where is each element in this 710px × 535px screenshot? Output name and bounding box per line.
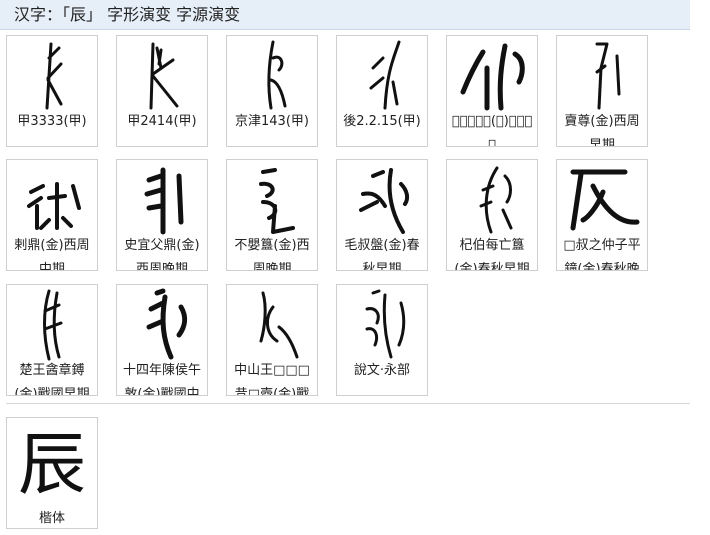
oracle-bone-glyph — [123, 38, 203, 114]
oracle-bone-glyph — [343, 38, 423, 114]
glyph-card[interactable]: 𨑶作且丁鼎(金)西周早期 — [446, 35, 538, 147]
glyph-card[interactable]: 不嬰簋(金)西周晚期 — [226, 159, 318, 271]
bronze-glyph — [13, 162, 93, 238]
glyph-caption: 史宜父鼎(金)西周晚期 — [124, 238, 200, 270]
glyph-card[interactable]: 杞伯每亡簋(金)春秋早期 — [446, 159, 538, 271]
section-divider — [6, 403, 690, 404]
glyph-card[interactable]: 楚王酓章鎛(金)戰國早期 — [6, 284, 98, 396]
glyph-caption: 甲2414(甲) — [127, 114, 197, 129]
oracle-bone-glyph — [233, 38, 313, 114]
oracle-bone-glyph — [13, 38, 93, 114]
glyph-card[interactable]: 毛叔盤(金)春秋早期 — [336, 159, 428, 271]
bronze-glyph — [123, 162, 203, 238]
kaishu-caption: 楷体 — [38, 511, 65, 526]
glyph-caption: 中山王□□□昔□壺(金)戰國晚期 — [234, 363, 310, 395]
bronze-glyph — [233, 287, 313, 363]
glyph-caption: 杞伯每亡簋(金)春秋早期 — [454, 238, 530, 270]
bronze-glyph — [453, 162, 533, 238]
glyph-card[interactable]: 剌鼎(金)西周中期 — [6, 159, 98, 271]
seal-script-glyph — [343, 287, 423, 363]
glyph-card[interactable]: 甲2414(甲) — [116, 35, 208, 147]
glyph-caption: 說文‧永部 — [353, 363, 411, 378]
kaishu-glyph: 辰 — [17, 426, 86, 505]
page-header: 汉字：「辰」 字形演变 字源演变 — [0, 0, 690, 30]
bronze-glyph — [123, 287, 203, 363]
kaishu-card[interactable]: 辰 楷体 — [6, 417, 98, 529]
glyph-caption: 十四年陳侯午敦(金)戰國中期 — [122, 363, 201, 395]
page-title: 汉字：「辰」 字形演变 字源演变 — [14, 5, 241, 24]
bronze-glyph — [343, 162, 423, 238]
glyph-card[interactable]: 𧶠尊(金)西周早期 — [556, 35, 648, 147]
bronze-glyph — [563, 38, 643, 114]
glyph-card[interactable]: 十四年陳侯午敦(金)戰國中期 — [116, 284, 208, 396]
glyph-caption: 毛叔盤(金)春秋早期 — [344, 238, 420, 270]
glyph-caption: 楚王酓章鎛(金)戰國早期 — [14, 363, 90, 395]
glyph-caption: □叔之仲子平鐘(金)春秋晚期 — [563, 238, 641, 270]
glyph-caption: 𨑶作且丁鼎(金)西周早期 — [451, 114, 533, 146]
bronze-glyph — [13, 287, 93, 363]
glyph-card[interactable]: 甲3333(甲) — [6, 35, 98, 147]
glyph-caption: 剌鼎(金)西周中期 — [14, 238, 90, 270]
glyph-card[interactable]: 京津143(甲) — [226, 35, 318, 147]
glyph-caption: 京津143(甲) — [235, 114, 309, 129]
glyph-caption: 甲3333(甲) — [17, 114, 87, 129]
glyph-caption: 𧶠尊(金)西周早期 — [564, 114, 640, 146]
glyph-card[interactable]: 後2.2.15(甲) — [336, 35, 428, 147]
bronze-glyph — [453, 38, 533, 114]
glyph-card[interactable]: 說文‧永部 — [336, 284, 428, 396]
glyph-card[interactable]: □叔之仲子平鐘(金)春秋晚期 — [556, 159, 648, 271]
bronze-glyph — [233, 162, 313, 238]
glyph-card[interactable]: 史宜父鼎(金)西周晚期 — [116, 159, 208, 271]
glyph-caption: 不嬰簋(金)西周晚期 — [234, 238, 310, 270]
glyph-caption: 後2.2.15(甲) — [343, 114, 421, 129]
bronze-glyph — [563, 162, 643, 238]
glyph-card[interactable]: 中山王□□□昔□壺(金)戰國晚期 — [226, 284, 318, 396]
